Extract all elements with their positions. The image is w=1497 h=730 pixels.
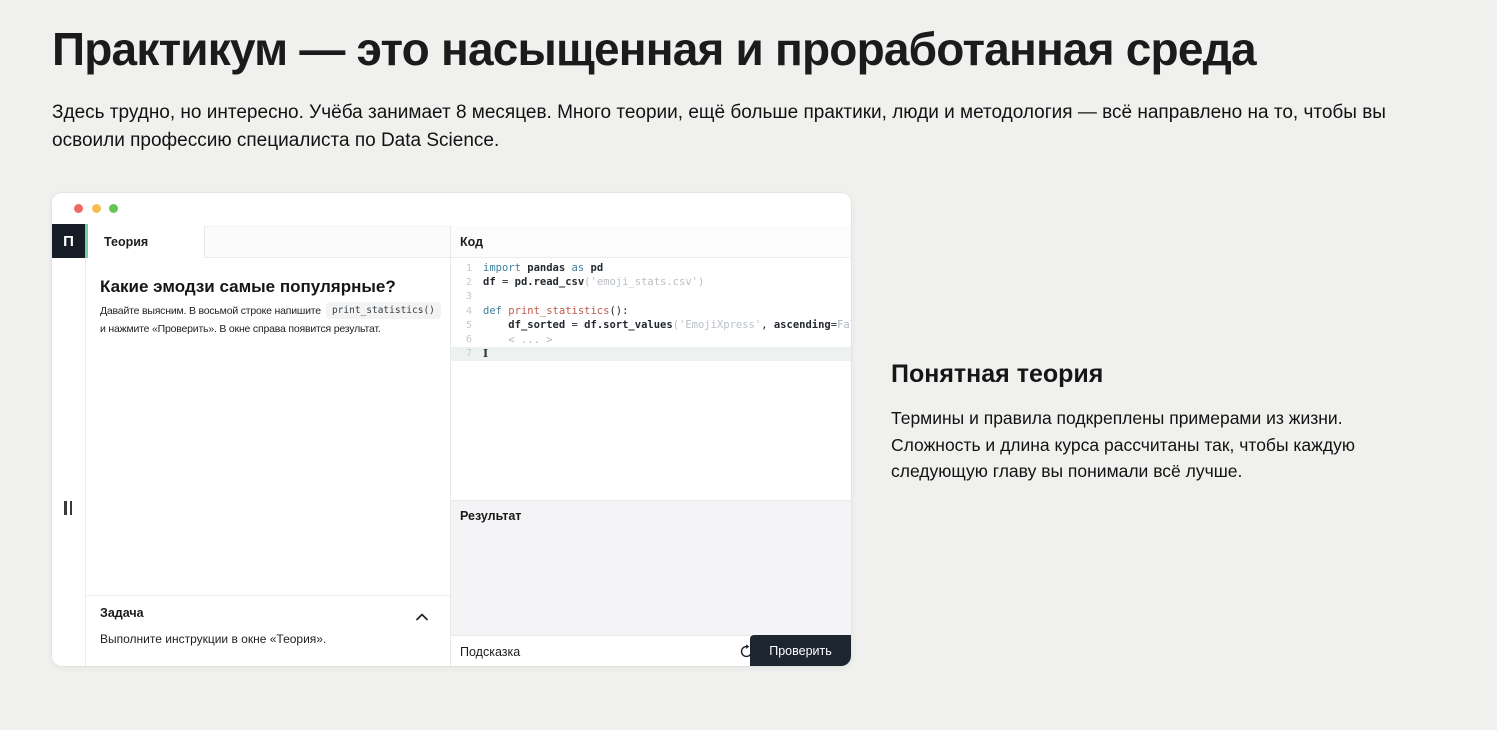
code-line[interactable]: 5 df_sorted = df.sort_values('EmojiXpres…	[451, 318, 851, 332]
check-button[interactable]: Проверить	[750, 635, 851, 666]
window-titlebar	[52, 193, 851, 226]
logo-letter: П	[63, 233, 74, 250]
logo-accent-strip	[85, 224, 88, 258]
action-bar: Подсказка Проверить	[451, 635, 851, 666]
hint-button[interactable]: Подсказка	[460, 636, 520, 666]
resize-handle-icon[interactable]	[64, 501, 72, 515]
lesson-question: Какие эмодзи самые популярные?	[100, 277, 396, 297]
chevron-up-icon[interactable]	[416, 608, 428, 626]
lesson-instruction-line2: и нажмите «Проверить». В окне справа поя…	[100, 323, 381, 335]
code-lines: 1import pandas as pd2df = pd.read_csv('e…	[451, 261, 851, 361]
tab-theory[interactable]: Теория	[88, 226, 205, 258]
maximize-window-button[interactable]	[109, 204, 118, 213]
code-panel-header: Код	[451, 226, 851, 258]
hint-label: Подсказка	[460, 645, 520, 659]
app-window: П Теория Код ? Какие эмодзи самые популя…	[52, 193, 851, 666]
feature-text: Термины и правила подкреплены примерами …	[891, 405, 1381, 485]
lesson-instruction-line1: Давайте выясним. В восьмой строке напиши…	[100, 302, 441, 319]
task-label: Задача	[100, 606, 144, 620]
minimize-window-button[interactable]	[92, 204, 101, 213]
code-line[interactable]: 7I	[451, 347, 851, 361]
code-panel-label: Код	[460, 235, 483, 249]
code-line[interactable]: 6 < ... >	[451, 332, 851, 346]
tab-theory-label: Теория	[104, 235, 148, 249]
theory-panel: Какие эмодзи самые популярные? Давайте в…	[86, 258, 450, 666]
feature-heading: Понятная теория	[891, 360, 1381, 389]
code-line[interactable]: 1import pandas as pd	[451, 261, 851, 275]
praktikum-logo: П	[52, 224, 85, 258]
code-editor[interactable]: 1import pandas as pd2df = pd.read_csv('e…	[451, 258, 851, 500]
result-label: Результат	[460, 509, 521, 523]
inline-code-chip: print_statistics()	[326, 302, 441, 319]
close-window-button[interactable]	[74, 204, 83, 213]
page-subtitle: Здесь трудно, но интересно. Учёба занима…	[52, 99, 1432, 155]
code-line[interactable]: 3	[451, 290, 851, 304]
task-text: Выполните инструкции в окне «Теория».	[100, 632, 326, 646]
check-button-label: Проверить	[769, 644, 832, 658]
instruction-text: Давайте выясним. В восьмой строке напиши…	[100, 305, 321, 317]
feature-block: Понятная теория Термины и правила подкре…	[891, 360, 1381, 485]
task-section: Задача Выполните инструкции в окне «Теор…	[86, 595, 450, 596]
code-line[interactable]: 2df = pd.read_csv('emoji_stats.csv')	[451, 275, 851, 289]
page-title: Практикум — это насыщенная и проработанн…	[52, 22, 1256, 76]
panel-divider[interactable]	[450, 226, 451, 666]
code-line[interactable]: 4def print_statistics():	[451, 304, 851, 318]
left-rail: ?	[52, 258, 86, 666]
result-panel: Результат	[451, 500, 851, 635]
